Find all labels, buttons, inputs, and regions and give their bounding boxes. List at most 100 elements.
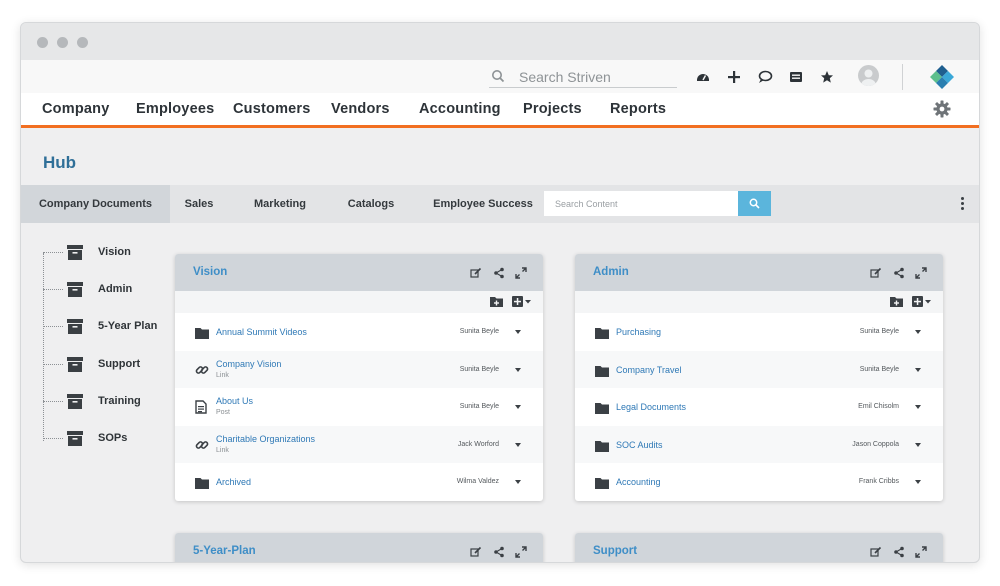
edit-icon[interactable] <box>870 545 882 557</box>
tree-branch <box>43 326 63 327</box>
search-icon <box>749 198 760 209</box>
folder-icon <box>195 326 209 340</box>
row-menu-caret-icon[interactable] <box>515 367 521 372</box>
star-icon[interactable] <box>819 69 835 85</box>
tab-sales[interactable]: Sales <box>170 185 228 223</box>
gear-icon[interactable] <box>933 100 951 118</box>
document-name[interactable]: Archived <box>216 477 251 487</box>
document-owner: Wilma Valdez <box>456 478 499 485</box>
new-folder-icon[interactable] <box>490 296 503 307</box>
document-row[interactable]: Archived Wilma Valdez <box>175 463 543 501</box>
document-name[interactable]: Annual Summit Videos <box>216 327 307 337</box>
document-row[interactable]: Purchasing Sunita Beyle <box>575 313 943 351</box>
expand-icon[interactable] <box>915 266 927 279</box>
tree-item-label: Admin <box>98 283 133 295</box>
expand-icon[interactable] <box>515 266 527 279</box>
folder-icon <box>595 439 609 453</box>
nav-item-reports[interactable]: Reports <box>610 101 666 117</box>
share-icon[interactable] <box>893 266 905 279</box>
top-toolbar <box>21 60 979 93</box>
row-menu-caret-icon[interactable] <box>515 405 521 409</box>
edit-icon[interactable] <box>470 266 482 278</box>
nav-item-customers[interactable]: Customers <box>233 101 311 117</box>
global-search-input[interactable] <box>519 67 669 87</box>
tree-branch <box>43 289 63 290</box>
add-item-icon[interactable] <box>912 296 932 307</box>
tab-catalogs[interactable]: Catalogs <box>336 185 406 223</box>
document-row[interactable]: Annual Summit Videos Sunita Beyle <box>175 313 543 351</box>
edit-icon[interactable] <box>470 545 482 557</box>
card-title[interactable]: 5-Year-Plan <box>193 545 256 557</box>
document-row[interactable]: Legal Documents Emil Chisolm <box>575 388 943 426</box>
content-search-input[interactable] <box>544 191 738 216</box>
striven-logo[interactable] <box>929 64 955 90</box>
document-owner: Sunita Beyle <box>859 365 899 373</box>
card-title[interactable]: Vision <box>193 266 227 278</box>
row-menu-caret-icon[interactable] <box>915 480 921 484</box>
window-maximize-dot[interactable] <box>77 37 88 48</box>
document-owner: Sunita Beyle <box>459 403 499 410</box>
new-folder-icon[interactable] <box>890 296 903 307</box>
archive-box-icon <box>67 394 83 409</box>
document-name[interactable]: Company Travel <box>616 365 682 375</box>
card-title[interactable]: Admin <box>593 266 629 278</box>
document-name[interactable]: Charitable Organizations <box>216 434 315 444</box>
nav-item-vendors[interactable]: Vendors <box>331 101 390 117</box>
document-row[interactable]: Company Vision Link Sunita Beyle <box>175 350 543 388</box>
global-search <box>489 67 677 88</box>
document-name[interactable]: Purchasing <box>616 327 661 337</box>
archive-box-icon <box>67 282 83 297</box>
folder-card-5-year-plan: 5-Year-Plan <box>175 533 543 562</box>
dashboard-icon[interactable] <box>695 69 711 85</box>
row-menu-caret-icon[interactable] <box>915 442 921 447</box>
row-menu-caret-icon[interactable] <box>515 330 521 334</box>
document-owner: Sunita Beyle <box>859 328 899 335</box>
document-list: Purchasing Sunita Beyle Company Travel Suni… <box>575 313 943 501</box>
tab-employee-success[interactable]: Employee Success <box>428 185 538 223</box>
nav-item-employees[interactable]: Employees <box>136 101 214 117</box>
share-icon[interactable] <box>493 545 505 558</box>
more-options-icon[interactable] <box>961 197 965 211</box>
document-row[interactable]: Accounting Frank Cribbs <box>575 463 943 501</box>
nav-item-company[interactable]: Company <box>42 101 109 117</box>
avatar-icon[interactable] <box>858 65 879 86</box>
document-name[interactable]: About Us <box>216 396 253 406</box>
document-name[interactable]: Accounting <box>616 477 661 487</box>
document-name[interactable]: Legal Documents <box>616 402 686 412</box>
document-name[interactable]: Company Vision <box>216 359 281 369</box>
content-search-button[interactable] <box>738 191 771 216</box>
share-icon[interactable] <box>493 266 505 279</box>
folder-icon <box>595 476 609 490</box>
card-header: Vision <box>175 254 543 291</box>
row-menu-caret-icon[interactable] <box>915 330 921 334</box>
tab-company-documents[interactable]: Company Documents <box>21 185 170 223</box>
add-item-icon[interactable] <box>512 296 532 307</box>
row-menu-caret-icon[interactable] <box>915 405 921 409</box>
tab-marketing[interactable]: Marketing <box>239 185 321 223</box>
toolbar-divider <box>902 64 903 90</box>
browser-window: Company Employees Customers Vendors Acco… <box>20 22 980 563</box>
inbox-icon[interactable] <box>788 69 804 85</box>
plus-icon[interactable] <box>726 69 742 85</box>
window-close-dot[interactable] <box>37 37 48 48</box>
share-icon[interactable] <box>893 545 905 558</box>
row-menu-caret-icon[interactable] <box>515 442 521 447</box>
document-row[interactable]: Company Travel Sunita Beyle <box>575 350 943 388</box>
window-minimize-dot[interactable] <box>57 37 68 48</box>
nav-item-projects[interactable]: Projects <box>523 101 582 117</box>
document-row[interactable]: SOC Audits Jason Coppola <box>575 425 943 463</box>
document-type: Link <box>216 371 229 379</box>
document-row[interactable]: Charitable Organizations Link Jack Worford <box>175 425 543 463</box>
folder-icon <box>595 401 609 415</box>
link-icon <box>195 438 209 452</box>
expand-icon[interactable] <box>915 545 927 558</box>
document-row[interactable]: About Us Post Sunita Beyle <box>175 388 543 426</box>
nav-item-accounting[interactable]: Accounting <box>419 101 501 117</box>
row-menu-caret-icon[interactable] <box>915 367 921 372</box>
card-title[interactable]: Support <box>593 545 637 557</box>
row-menu-caret-icon[interactable] <box>515 480 521 484</box>
chat-icon[interactable] <box>757 69 773 85</box>
edit-icon[interactable] <box>870 266 882 278</box>
expand-icon[interactable] <box>515 545 527 558</box>
document-name[interactable]: SOC Audits <box>616 440 663 450</box>
